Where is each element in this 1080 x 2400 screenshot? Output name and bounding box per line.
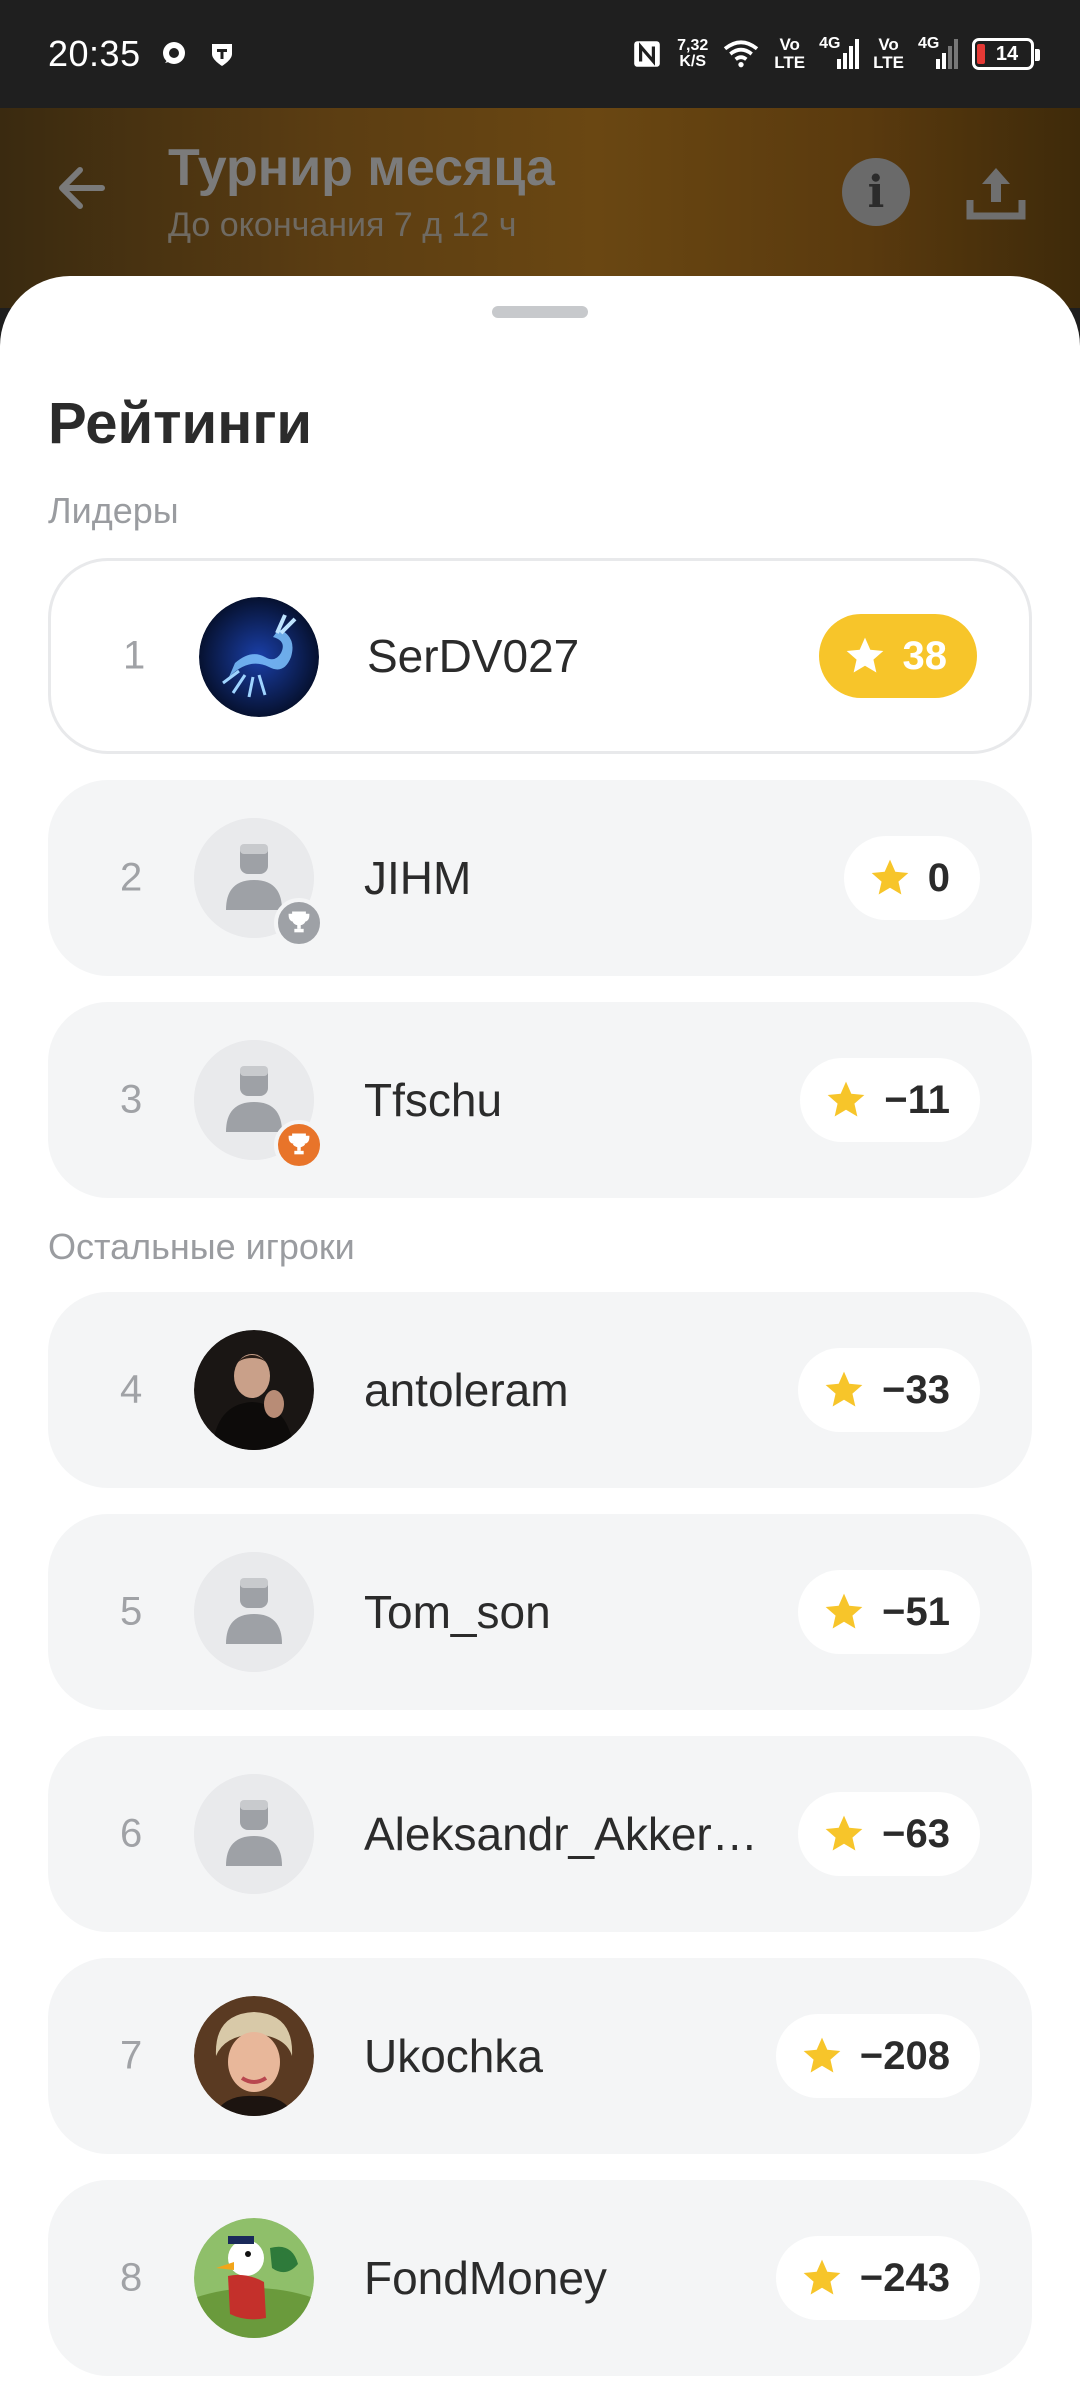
score-badge: −243: [775, 2236, 980, 2320]
avatar: [199, 597, 319, 717]
battery-icon: 14: [972, 38, 1040, 70]
back-arrow-icon[interactable]: [52, 158, 112, 218]
rank-number: 7: [120, 2033, 143, 2078]
star-icon: [803, 2037, 841, 2073]
cartoon-duck-avatar: [194, 2218, 314, 2338]
network-speed: 7,32 K/S: [677, 37, 709, 70]
default-user-icon: [194, 1774, 314, 1894]
shield-notification-icon: [211, 44, 232, 66]
score-badge: −33: [798, 1348, 980, 1432]
score-badge: −208: [775, 2014, 980, 2098]
volte-indicator-1: Vo LTE: [774, 35, 806, 72]
wifi-icon: [724, 40, 759, 68]
player-name: JIHM: [364, 852, 472, 904]
score-badge: −11: [800, 1058, 980, 1142]
nfc-icon: [634, 41, 660, 67]
rank-number: 2: [120, 855, 143, 900]
player-name: antoleram: [364, 1364, 569, 1416]
star-icon: [803, 2259, 841, 2295]
score-value: −11: [884, 1077, 950, 1122]
star-icon: [871, 859, 909, 895]
sheet-drag-handle[interactable]: [492, 306, 588, 318]
rank-number: 3: [120, 1077, 143, 1122]
player-name: Aleksandr_Akker…: [364, 1808, 758, 1860]
rank-number: 6: [120, 1811, 143, 1856]
avatar: [194, 1330, 314, 1450]
player-name: Tfschu: [364, 1074, 503, 1126]
status-time: 20:35: [48, 33, 141, 74]
bronze-trophy-icon: [274, 1120, 324, 1170]
leaderboard-row[interactable]: 7 Ukochka −208: [48, 1958, 1032, 2154]
score-badge: 38: [818, 614, 977, 698]
player-name: Ukochka: [364, 2030, 543, 2082]
score-value: 38: [902, 633, 948, 678]
player-name: Tom_son: [364, 1586, 551, 1638]
avatar: [194, 1552, 314, 1672]
score-value: −33: [882, 1367, 950, 1412]
rank-number: 1: [123, 633, 146, 678]
leaderboard-row[interactable]: 4 antoleram −33: [48, 1292, 1032, 1488]
player-name: SerDV027: [367, 630, 580, 682]
leaderboard-row[interactable]: 6 Aleksandr_Akker… −63: [48, 1736, 1032, 1932]
avatar: [194, 1774, 314, 1894]
status-bar: 20:35 7,32 K/S Vo LTE 4G Vo LTE 4G 14: [0, 0, 1080, 108]
score-badge: 0: [843, 836, 980, 920]
volte-indicator-2: Vo LTE: [873, 35, 904, 72]
user-photo-avatar: [194, 1330, 314, 1450]
rank-number: 5: [120, 1589, 143, 1634]
leaderboard-row[interactable]: 1 SerDV027 38: [48, 558, 1032, 754]
score-value: −208: [859, 2033, 950, 2078]
star-icon: [846, 637, 883, 673]
star-icon: [825, 1593, 863, 1629]
chat-notification-icon: [162, 42, 185, 64]
score-value: −243: [859, 2255, 950, 2300]
rank-number: 8: [120, 2255, 143, 2300]
share-icon[interactable]: [964, 160, 1028, 224]
score-badge: −63: [798, 1792, 980, 1876]
player-name: FondMoney: [364, 2252, 607, 2304]
score-value: −51: [882, 1589, 950, 1634]
rank-number: 4: [120, 1367, 143, 1412]
sheet-title: Рейтинги: [48, 391, 313, 456]
avatar: [194, 1040, 324, 1170]
leaderboard-row[interactable]: 2 JIHM 0: [48, 780, 1032, 976]
star-icon: [825, 1371, 863, 1407]
default-user-icon: [194, 1552, 314, 1672]
avatar: [194, 2218, 314, 2338]
leaders-label: Лидеры: [48, 490, 179, 531]
star-icon: [828, 1081, 865, 1117]
leaderboard-row[interactable]: 5 Tom_son −51: [48, 1514, 1032, 1710]
silver-trophy-icon: [274, 898, 324, 948]
score-value: 0: [927, 855, 950, 900]
star-icon: [825, 1815, 863, 1851]
score-value: −63: [882, 1811, 950, 1856]
avatar: [194, 818, 324, 948]
page-subtitle: До окончания 7 д 12 ч: [168, 206, 517, 244]
signal-icon-1: 4G: [819, 35, 860, 71]
other-players-label: Остальные игроки: [48, 1226, 355, 1267]
scorpion-avatar-image: [199, 597, 319, 717]
signal-icon-2: 4G: [918, 35, 958, 71]
ratings-sheet: Рейтинги Лидеры 1 SerDV027 38 2 JIHM 0 3…: [0, 276, 1080, 2400]
user-photo-avatar: [194, 1996, 314, 2116]
page-title: Турнир месяца: [168, 139, 555, 197]
avatar: [194, 1996, 314, 2116]
score-badge: −51: [798, 1570, 980, 1654]
leaderboard-row[interactable]: 8 FondMoney −243: [48, 2180, 1032, 2376]
info-icon[interactable]: i: [842, 158, 910, 226]
leaderboard-row[interactable]: 3 Tfschu −11: [48, 1002, 1032, 1198]
